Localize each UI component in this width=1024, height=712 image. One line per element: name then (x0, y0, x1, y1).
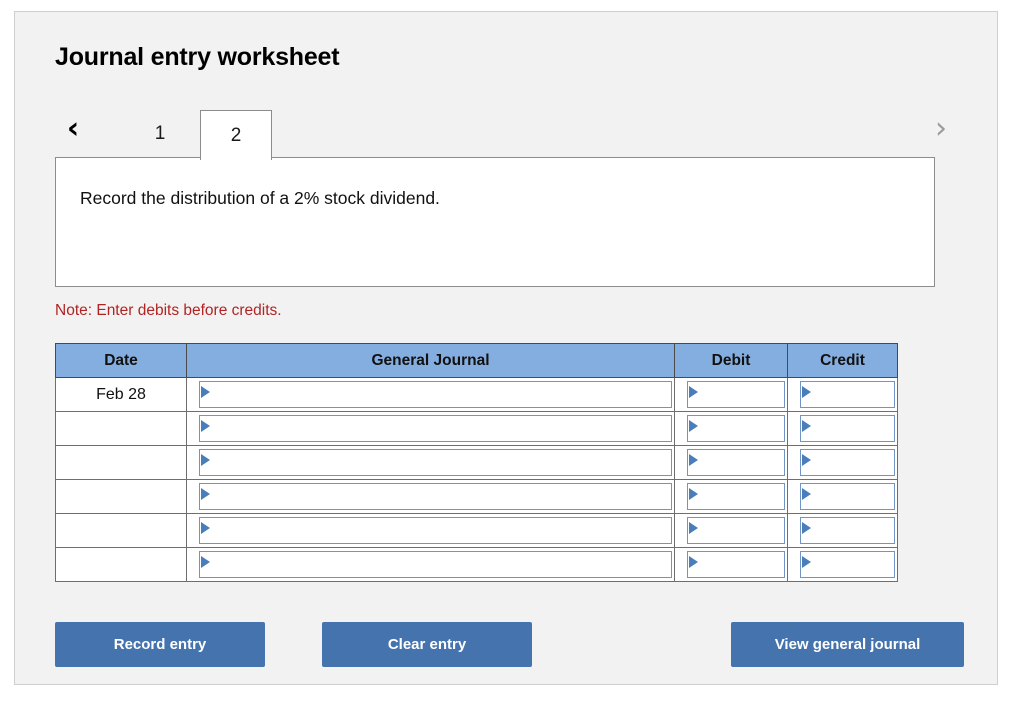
dropdown-caret-icon (689, 386, 698, 398)
debit-input[interactable] (687, 483, 785, 510)
clear-entry-button[interactable]: Clear entry (322, 622, 532, 667)
dropdown-caret-icon (802, 454, 811, 466)
column-header-debit: Debit (674, 343, 788, 378)
table-row (55, 411, 898, 446)
journal-entry-panel: Journal entry worksheet ‹ 1 2 › Record t… (14, 11, 998, 685)
dropdown-caret-icon (802, 420, 811, 432)
date-cell[interactable] (55, 547, 187, 582)
credit-cell[interactable] (787, 547, 898, 582)
dropdown-caret-icon (201, 522, 210, 534)
view-general-journal-button[interactable]: View general journal (731, 622, 964, 667)
date-cell[interactable] (55, 411, 187, 446)
column-header-credit: Credit (787, 343, 898, 378)
debits-before-credits-note: Note: Enter debits before credits. (55, 302, 282, 319)
dropdown-caret-icon (201, 386, 210, 398)
date-cell[interactable] (55, 479, 187, 514)
debit-cell[interactable] (674, 411, 788, 446)
credit-cell[interactable] (787, 411, 898, 446)
debit-input[interactable] (687, 551, 785, 578)
worksheet-tab-1[interactable]: 1 (126, 110, 194, 158)
debit-cell[interactable] (674, 479, 788, 514)
general-journal-input[interactable] (199, 517, 672, 544)
dropdown-caret-icon (689, 420, 698, 432)
table-row (55, 547, 898, 582)
table-row (55, 479, 898, 514)
dropdown-caret-icon (802, 488, 811, 500)
dropdown-caret-icon (201, 488, 210, 500)
date-cell[interactable]: Feb 28 (55, 377, 187, 412)
debit-cell[interactable] (674, 547, 788, 582)
dropdown-caret-icon (802, 386, 811, 398)
general-journal-cell[interactable] (186, 547, 675, 582)
debit-cell[interactable] (674, 513, 788, 548)
dropdown-caret-icon (201, 420, 210, 432)
general-journal-input[interactable] (199, 381, 672, 408)
date-cell[interactable] (55, 513, 187, 548)
general-journal-cell[interactable] (186, 411, 675, 446)
general-journal-input[interactable] (199, 483, 672, 510)
dropdown-caret-icon (201, 556, 210, 568)
general-journal-cell[interactable] (186, 377, 675, 412)
column-header-general-journal: General Journal (186, 343, 675, 378)
instruction-text: Record the distribution of a 2% stock di… (80, 188, 440, 208)
general-journal-input[interactable] (199, 551, 672, 578)
credit-input[interactable] (800, 449, 895, 476)
column-header-date: Date (55, 343, 187, 378)
general-journal-cell[interactable] (186, 445, 675, 480)
dropdown-caret-icon (689, 488, 698, 500)
dropdown-caret-icon (689, 454, 698, 466)
table-row (55, 445, 898, 480)
date-cell[interactable] (55, 445, 187, 480)
dropdown-caret-icon (689, 556, 698, 568)
worksheet-tab-2[interactable]: 2 (200, 110, 272, 160)
credit-cell[interactable] (787, 445, 898, 480)
debit-cell[interactable] (674, 377, 788, 412)
table-row (55, 513, 898, 548)
debit-input[interactable] (687, 449, 785, 476)
instruction-box: Record the distribution of a 2% stock di… (55, 157, 935, 287)
worksheet-pager: ‹ 1 2 › (15, 100, 999, 160)
chevron-right-icon[interactable]: › (921, 100, 961, 158)
credit-cell[interactable] (787, 479, 898, 514)
general-journal-cell[interactable] (186, 513, 675, 548)
general-journal-input[interactable] (199, 415, 672, 442)
table-row: Feb 28 (55, 377, 898, 412)
debit-input[interactable] (687, 517, 785, 544)
credit-input[interactable] (800, 415, 895, 442)
general-journal-cell[interactable] (186, 479, 675, 514)
general-journal-input[interactable] (199, 449, 672, 476)
journal-entry-table: Date General Journal Debit Credit Feb 28 (55, 343, 898, 582)
credit-input[interactable] (800, 517, 895, 544)
debit-input[interactable] (687, 381, 785, 408)
chevron-left-icon[interactable]: ‹ (53, 100, 93, 158)
table-header-row: Date General Journal Debit Credit (55, 343, 898, 378)
credit-cell[interactable] (787, 377, 898, 412)
record-entry-button[interactable]: Record entry (55, 622, 265, 667)
page-title: Journal entry worksheet (55, 43, 340, 71)
credit-input[interactable] (800, 551, 895, 578)
dropdown-caret-icon (802, 522, 811, 534)
dropdown-caret-icon (802, 556, 811, 568)
credit-cell[interactable] (787, 513, 898, 548)
debit-input[interactable] (687, 415, 785, 442)
credit-input[interactable] (800, 381, 895, 408)
debit-cell[interactable] (674, 445, 788, 480)
credit-input[interactable] (800, 483, 895, 510)
dropdown-caret-icon (689, 522, 698, 534)
dropdown-caret-icon (201, 454, 210, 466)
